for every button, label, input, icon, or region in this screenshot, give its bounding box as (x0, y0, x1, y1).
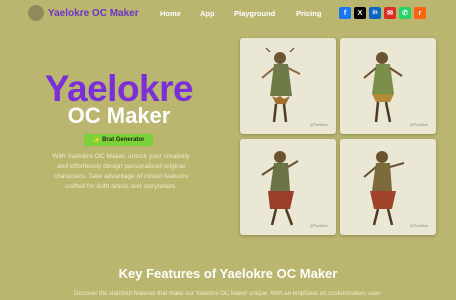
sparkle-icon: ✨ (92, 137, 101, 144)
gallery-image-3[interactable]: @Yaelokre (240, 139, 336, 235)
x-icon[interactable]: X (354, 7, 366, 19)
features-title: Key Features of Yaelokre OC Maker (118, 266, 338, 281)
whatsapp-icon[interactable]: ✆ (399, 7, 411, 19)
nav-app[interactable]: App (200, 9, 215, 18)
character-illustration: @Yaelokre (261, 47, 328, 127)
features-description: Discover the standout features that make… (74, 291, 382, 297)
gallery-image-2[interactable]: @Yaelokre (340, 38, 436, 134)
hero-subtitle: OC Maker (67, 103, 171, 128)
svg-text:@Yaelokre: @Yaelokre (310, 223, 328, 228)
brand-link[interactable]: Yaelokre OC Maker (28, 5, 139, 21)
linkedin-icon[interactable]: in (369, 7, 381, 19)
gallery-image-4[interactable]: @Yaelokre (340, 139, 436, 235)
svg-text:@Yaelokre: @Yaelokre (410, 223, 428, 228)
social-links: f X in ✉ ✆ r (339, 7, 426, 19)
character-illustration: @Yaelokre (261, 151, 328, 228)
nav-playground[interactable]: Playground (234, 9, 275, 18)
reddit-icon[interactable]: r (414, 7, 426, 19)
avatar-logo-icon (28, 5, 44, 21)
facebook-icon[interactable]: f (339, 7, 351, 19)
brat-generator-label: Brat Generator (102, 137, 145, 143)
brand-name: Yaelokre OC Maker (48, 7, 139, 19)
character-illustration: @Yaelokre (363, 52, 428, 127)
nav-pricing[interactable]: Pricing (296, 9, 321, 18)
character-illustration: @Yaelokre (363, 151, 428, 228)
brat-generator-button[interactable]: ✨ Brat Generator (84, 134, 153, 146)
top-nav: Yaelokre OC Maker Home App Playground Pr… (0, 0, 456, 26)
svg-text:@Yaelokre: @Yaelokre (310, 122, 328, 127)
gallery-image-1[interactable]: @Yaelokre (240, 38, 336, 134)
nav-home[interactable]: Home (160, 9, 181, 18)
hero-description: With Yaelokre OC Maker, unlock your crea… (52, 153, 190, 190)
svg-text:@Yaelokre: @Yaelokre (410, 122, 428, 127)
email-icon[interactable]: ✉ (384, 7, 396, 19)
